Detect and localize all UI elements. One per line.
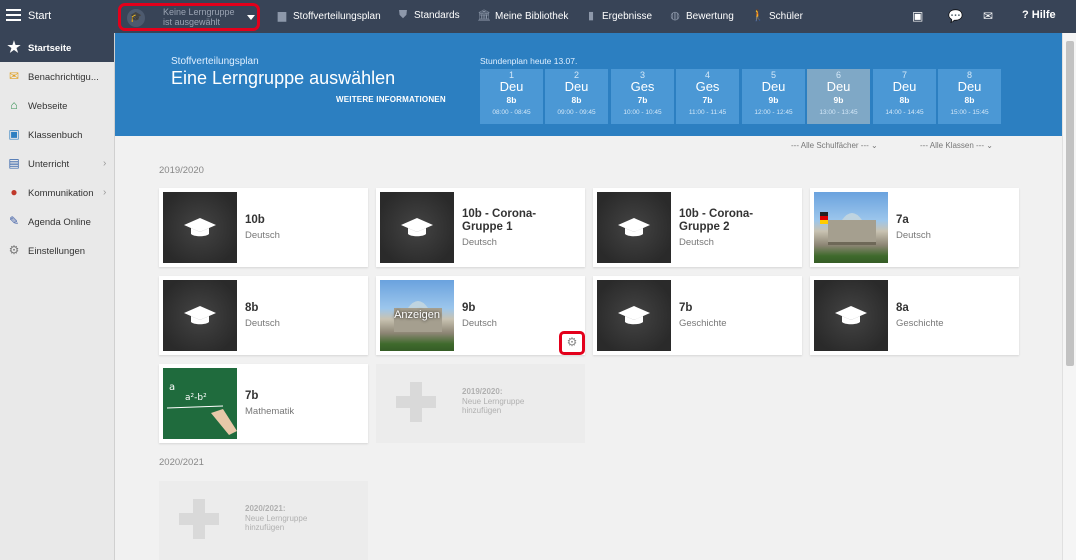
group-thumbnail [163, 192, 237, 263]
subject-filter[interactable]: --- Alle Schulfächer --- ⌄ [791, 141, 878, 150]
chat-bubbles-icon[interactable]: 💬 [948, 9, 963, 23]
add-group-2019-button[interactable]: 2019/2020: Neue Lerngruppe hinzufügen [376, 364, 585, 443]
add-group-2020-button[interactable]: 2020/2021: Neue Lerngruppe hinzufügen [159, 481, 368, 560]
start-link[interactable]: Start [28, 10, 51, 22]
reichstag-image: Anzeigen [380, 280, 454, 351]
sidebar-item-startseite[interactable]: ★ Startseite [0, 33, 114, 62]
sidebar-item-kommunikation[interactable]: ● Kommunikation › [0, 178, 114, 207]
schedule-slot[interactable]: 3 Ges 7b 10:00 - 10:45 [611, 69, 674, 124]
plus-icon [179, 499, 219, 539]
envelope-icon: ✉ [8, 69, 20, 83]
mail-icon[interactable]: ✉ [983, 9, 993, 23]
group-thumbnail [597, 192, 671, 263]
group-card-10b[interactable]: 10b Deutsch [159, 188, 368, 267]
year-heading: 2020/2021 [159, 457, 204, 468]
group-card-9b[interactable]: Anzeigen 9b Deutsch ⚙ [376, 276, 585, 355]
card-settings-gear-icon[interactable]: ⚙ [559, 331, 585, 355]
learning-group-select[interactable]: 🎓 Keine Lerngruppe ist ausgewählt [118, 3, 260, 31]
group-thumbnail [380, 192, 454, 263]
pen-icon: ✎ [8, 214, 20, 228]
group-thumbnail [814, 280, 888, 351]
chevron-right-icon: › [103, 158, 107, 169]
schedule-slot[interactable]: 1 Deu 8b 08:00 - 08:45 [480, 69, 543, 124]
group-card-7a[interactable]: 7a Deutsch [810, 188, 1019, 267]
hero-banner: Stoffverteilungsplan Eine Lerngruppe aus… [115, 33, 1062, 136]
group-card-8b[interactable]: 8b Deutsch [159, 276, 368, 355]
book-icon: ▣ [8, 127, 20, 141]
sidebar-item-klassenbuch[interactable]: ▣ Klassenbuch [0, 120, 114, 149]
chat-icon: ● [10, 185, 18, 199]
more-info-link[interactable]: WEITERE INFORMATIONEN [336, 95, 446, 104]
nav-stoffverteilungsplan[interactable]: ▆ Stoffverteilungsplan [275, 9, 381, 22]
chevron-right-icon: › [103, 187, 107, 198]
sidebar-item-webseite[interactable]: ⌂ Webseite [0, 91, 114, 120]
sidebar-item-benachrichtigungen[interactable]: ✉ Benachrichtigu... [0, 62, 114, 91]
group-card-7b-geschichte[interactable]: 7b Geschichte [593, 276, 802, 355]
hamburger-menu-icon[interactable] [6, 9, 21, 23]
chevron-down-icon: ⌄ [871, 141, 878, 150]
chevron-down-icon [247, 15, 255, 20]
class-filter[interactable]: --- Alle Klassen --- ⌄ [920, 141, 993, 150]
plus-icon [396, 382, 436, 422]
briefcase-icon: ▆ [277, 10, 287, 22]
main-content: Stoffverteilungsplan Eine Lerngruppe aus… [115, 33, 1062, 560]
gauge-icon: ◍ [670, 10, 680, 22]
learning-group-select-text: Keine Lerngruppe ist ausgewählt [163, 7, 235, 27]
shield-icon: ⛊ [398, 9, 408, 21]
year-heading: 2019/2020 [159, 165, 204, 176]
schedule-slot[interactable]: 7 Deu 8b 14:00 - 14:45 [873, 69, 936, 124]
hero-kicker: Stoffverteilungsplan [171, 56, 259, 67]
reichstag-image [814, 192, 888, 263]
sidebar-item-einstellungen[interactable]: ⚙ Einstellungen [0, 236, 114, 265]
schedule-title: Stundenplan heute 13.07. [480, 56, 578, 66]
gear-icon: ⚙ [8, 243, 20, 257]
vertical-scrollbar[interactable] [1062, 33, 1076, 560]
bar-chart-icon: ▮ [587, 10, 595, 22]
page-title: Eine Lerngruppe auswählen [171, 68, 396, 88]
graduation-cap-icon [184, 306, 216, 325]
graduation-cap-icon [401, 218, 433, 237]
graduation-cap-icon [618, 306, 650, 325]
schedule-slot[interactable]: 4 Ges 7b 11:00 - 11:45 [676, 69, 739, 124]
group-card-10b-corona-2[interactable]: 10b - Corona- Gruppe 2 Deutsch [593, 188, 802, 267]
svg-text:a: a [169, 382, 175, 393]
graduation-cap-icon [835, 306, 867, 325]
show-overlay-label[interactable]: Anzeigen [380, 309, 454, 321]
group-card-10b-corona-1[interactable]: 10b - Corona- Gruppe 1 Deutsch [376, 188, 585, 267]
group-thumbnail [163, 280, 237, 351]
library-icon: 🏛 [477, 10, 491, 22]
students-icon: 🚶 [751, 10, 765, 22]
sidebar-item-unterricht[interactable]: ▤ Unterricht › [0, 149, 114, 178]
schedule-slot[interactable]: 5 Deu 9b 12:00 - 12:45 [742, 69, 805, 124]
home-icon: ⌂ [10, 98, 18, 112]
top-navigation-bar: Start 🎓 Keine Lerngruppe ist ausgewählt … [0, 0, 1076, 33]
chevron-down-icon: ⌄ [986, 141, 993, 150]
sidebar-item-agenda-online[interactable]: ✎ Agenda Online [0, 207, 114, 236]
nav-ergebnisse[interactable]: ▮ Ergebnisse [584, 9, 652, 22]
nav-bewertung[interactable]: ◍ Bewertung [668, 9, 734, 22]
math-chalkboard-image: a a²-b² [163, 368, 237, 439]
schedule-slot[interactable]: 8 Deu 8b 15:00 - 15:45 [938, 69, 1001, 124]
nav-schueler[interactable]: 🚶 Schüler [751, 9, 803, 22]
scrollbar-thumb[interactable] [1066, 41, 1074, 366]
nav-meine-bibliothek[interactable]: 🏛 Meine Bibliothek [477, 9, 568, 22]
svg-text:a²-b²: a²-b² [185, 393, 207, 403]
sidebar: ★ Startseite ✉ Benachrichtigu... ⌂ Webse… [0, 33, 115, 560]
group-thumbnail [597, 280, 671, 351]
graduation-cap-icon [184, 218, 216, 237]
schedule-slot[interactable]: 2 Deu 8b 09:00 - 09:45 [545, 69, 608, 124]
nav-standards[interactable]: ⛊ Standards [396, 9, 460, 22]
cast-icon[interactable]: ▣ [912, 9, 923, 23]
help-link[interactable]: ? Hilfe [1022, 9, 1056, 21]
question-icon: ? [1022, 9, 1029, 21]
board-icon: ▤ [8, 156, 20, 170]
star-icon: ★ [7, 39, 21, 56]
group-card-7b-mathematik[interactable]: a a²-b² 7b Mathematik [159, 364, 368, 443]
graduation-cap-icon [618, 218, 650, 237]
group-card-8a[interactable]: 8a Geschichte [810, 276, 1019, 355]
graduation-cap-icon: 🎓 [127, 9, 145, 27]
schedule-slot-current[interactable]: 6 Deu 9b 13:00 - 13:45 [807, 69, 870, 124]
